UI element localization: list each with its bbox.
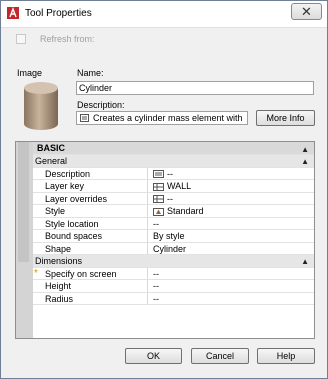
- property-grid: BASIC ▲ General ▲ Description -- Layer k…: [33, 142, 314, 305]
- title-bar: Tool Properties ✕: [1, 1, 327, 28]
- tool-properties-dialog: Tool Properties ✕ Refresh from: Image Na…: [0, 0, 328, 379]
- category-general[interactable]: General ▲: [33, 155, 314, 168]
- property-value-text: WALL: [167, 181, 192, 191]
- property-row-description[interactable]: Description --: [33, 167, 314, 181]
- property-row-radius[interactable]: Radius --: [33, 292, 314, 306]
- property-key: Description: [45, 167, 148, 179]
- property-key: Bound spaces: [45, 230, 148, 242]
- window-title: Tool Properties: [25, 8, 92, 19]
- property-value-text: --: [167, 168, 173, 179]
- image-label: Image: [17, 68, 43, 78]
- property-key: Layer overrides: [45, 192, 148, 204]
- property-row-layer-overrides[interactable]: Layer overrides --: [33, 192, 314, 206]
- category-label: Dimensions: [35, 256, 83, 266]
- grid-icon: [153, 195, 164, 204]
- property-value[interactable]: By style: [153, 230, 185, 243]
- help-button[interactable]: Help: [257, 348, 315, 364]
- property-value[interactable]: --: [153, 280, 159, 293]
- property-value[interactable]: --: [153, 168, 173, 181]
- name-label: Name:: [77, 68, 104, 78]
- property-row-height[interactable]: Height --: [33, 280, 314, 293]
- property-value[interactable]: --: [153, 218, 159, 231]
- section-title: BASIC: [37, 143, 66, 153]
- property-value[interactable]: Standard: [153, 205, 204, 218]
- style-icon: [153, 207, 164, 216]
- grid-icon: [153, 182, 164, 191]
- section-header-basic[interactable]: BASIC ▲: [33, 142, 314, 155]
- property-row-bound-spaces[interactable]: Bound spaces By style: [33, 230, 314, 243]
- property-key: Shape: [45, 242, 148, 254]
- autocad-app-icon: [7, 7, 19, 19]
- description-field[interactable]: Creates a cylinder mass element with: [76, 111, 248, 125]
- document-icon: [80, 114, 89, 122]
- panel-left-strip: [16, 142, 33, 338]
- property-value[interactable]: --: [153, 293, 159, 306]
- property-key: Radius: [45, 292, 148, 304]
- description-text: Creates a cylinder mass element with: [93, 113, 243, 123]
- close-button[interactable]: ✕: [291, 3, 322, 20]
- property-key: Height: [45, 280, 148, 292]
- cylinder-preview-image[interactable]: [22, 81, 60, 131]
- property-row-style[interactable]: Style Standard: [33, 205, 314, 218]
- property-value[interactable]: Cylinder: [153, 243, 186, 256]
- property-value-text: Standard: [167, 206, 204, 216]
- cancel-button[interactable]: Cancel: [191, 348, 249, 364]
- refresh-from-checkbox[interactable]: [16, 34, 26, 44]
- required-marker: *: [34, 267, 38, 279]
- doc-icon: [153, 170, 164, 179]
- property-row-layer-key[interactable]: Layer key WALL: [33, 180, 314, 193]
- description-label: Description:: [77, 100, 125, 110]
- property-row-specify-on-screen[interactable]: * Specify on screen --: [33, 267, 314, 281]
- ok-button[interactable]: OK: [125, 348, 182, 364]
- property-key: Style: [45, 205, 148, 217]
- property-key: Specify on screen: [45, 267, 148, 279]
- category-dimensions[interactable]: Dimensions ▲: [33, 255, 314, 268]
- refresh-from-label: Refresh from:: [40, 34, 95, 44]
- property-key: Layer key: [45, 180, 148, 192]
- more-info-button[interactable]: More Info: [256, 110, 315, 126]
- property-value[interactable]: --: [153, 268, 159, 281]
- category-label: General: [35, 156, 68, 166]
- panel-scroll-thumb[interactable]: [18, 142, 29, 262]
- property-value-text: --: [167, 193, 173, 204]
- close-icon: ✕: [301, 4, 312, 19]
- property-value[interactable]: WALL: [153, 180, 191, 193]
- property-key: Style location: [45, 217, 148, 229]
- properties-panel: BASIC ▲ General ▲ Description -- Layer k…: [15, 141, 315, 339]
- name-field[interactable]: Cylinder: [76, 81, 314, 95]
- property-row-style-location[interactable]: Style location --: [33, 217, 314, 231]
- property-value[interactable]: --: [153, 193, 173, 206]
- property-row-shape[interactable]: Shape Cylinder: [33, 242, 314, 256]
